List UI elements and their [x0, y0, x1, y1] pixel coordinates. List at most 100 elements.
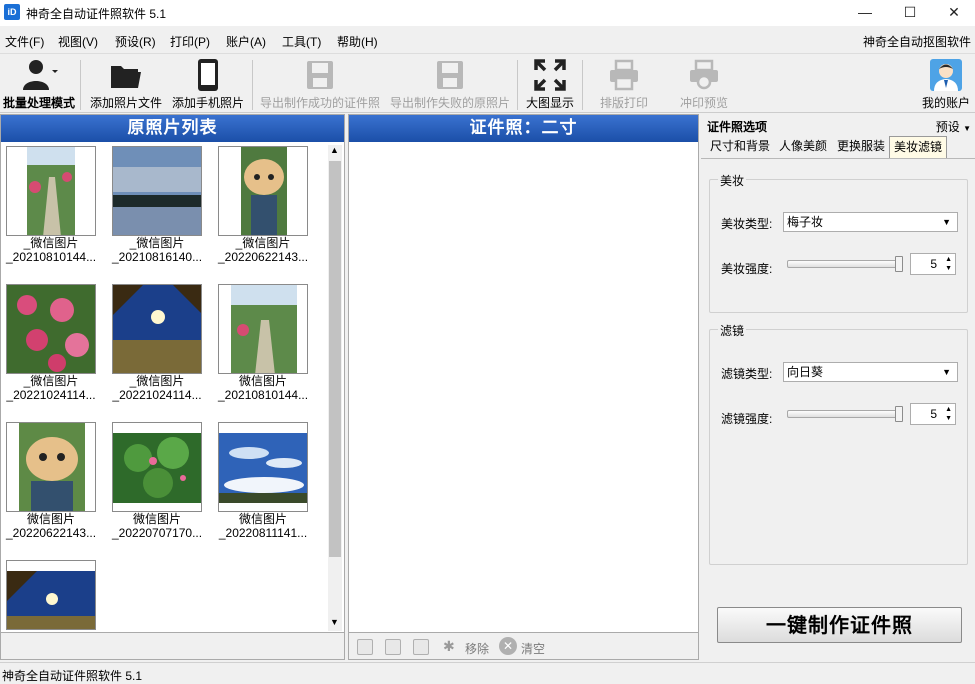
photo-name-line1: _微信图片: [23, 374, 79, 388]
scrollbar-thumb[interactable]: [329, 161, 341, 557]
photo-image: [112, 422, 202, 512]
clear-button[interactable]: 清空: [521, 640, 545, 657]
menu-print[interactable]: 打印(P): [170, 33, 210, 50]
cutout-software-link[interactable]: 神奇全自动抠图软件: [863, 33, 971, 50]
photo-list-scrollbar[interactable]: ▲ ▼: [328, 145, 342, 631]
photo-name-line1: _微信图片: [129, 236, 185, 250]
print-preview-button[interactable]: 冲印预览: [672, 58, 736, 111]
scroll-up-icon[interactable]: ▲: [330, 145, 339, 155]
maximize-button[interactable]: ☐: [888, 0, 932, 26]
filter-strength-value: 5: [930, 407, 937, 421]
photo-name-line2: _20220707170...: [112, 526, 203, 540]
deselect-icon[interactable]: [385, 639, 401, 655]
tab-size-background[interactable]: 尺寸和背景: [706, 136, 774, 158]
menu-tools[interactable]: 工具(T): [282, 33, 321, 50]
menu-preset[interactable]: 预设(R): [115, 33, 156, 50]
photo-thumbnail[interactable]: _微信图片 _20210816140...: [112, 146, 202, 264]
menu-bar: 文件(F) 视图(V) 预设(R) 打印(P) 账户(A) 工具(T) 帮助(H…: [0, 28, 975, 52]
export-success-label: 导出制作成功的证件照: [259, 96, 380, 110]
photo-thumbnail[interactable]: 微信图片 _20220811141...: [218, 422, 308, 540]
make-id-photo-button[interactable]: 一键制作证件照: [717, 607, 962, 643]
photo-thumbnail[interactable]: 微信图片 _20210810144...: [218, 284, 308, 402]
menu-account[interactable]: 账户(A): [226, 33, 266, 50]
minimize-button[interactable]: —: [843, 0, 887, 26]
makeup-type-value: 梅子妆: [787, 215, 824, 229]
toolbar-separator: [517, 60, 518, 110]
photo-name-line1: 微信图片: [132, 512, 181, 526]
slider-track: [787, 260, 903, 268]
id-photo-header: 证件照：二寸: [349, 115, 698, 142]
close-button[interactable]: ✕: [932, 0, 975, 26]
filter-strength-slider[interactable]: [787, 406, 903, 422]
slider-thumb[interactable]: [895, 256, 903, 272]
photo-thumbnail[interactable]: _微信图片 _20221024114...: [6, 284, 96, 402]
photo-name-line1: _微信图片: [23, 236, 79, 250]
photo-thumbnail[interactable]: 微信图片 _20220707170...: [112, 422, 202, 540]
layout-print-button[interactable]: 排版打印: [592, 58, 656, 111]
printer-icon: [610, 59, 638, 91]
spin-down-icon[interactable]: ▼: [945, 265, 952, 273]
toolbar-separator: [80, 60, 81, 110]
photo-image: [218, 146, 308, 236]
scroll-down-icon[interactable]: ▼: [330, 617, 339, 627]
preset-dropdown[interactable]: 预设 ▼: [936, 118, 971, 135]
preset-label: 预设: [935, 120, 960, 134]
clear-icon[interactable]: ✕: [499, 637, 517, 655]
makeup-group: 美妆 美妆类型: 梅子妆 ▼ 美妆强度: 5 ▲ ▼: [709, 172, 968, 313]
photo-name-line2: _20210816140...: [112, 250, 203, 264]
menu-view[interactable]: 视图(V): [58, 33, 98, 50]
photo-name-line1: 微信图片: [238, 374, 287, 388]
spin-down-icon[interactable]: ▼: [945, 415, 952, 423]
makeup-type-select[interactable]: 梅子妆 ▼: [783, 212, 958, 232]
photo-thumbnail[interactable]: _微信图片 _20210810144...: [6, 146, 96, 264]
makeup-strength-slider[interactable]: [787, 256, 903, 272]
photo-thumbnail[interactable]: 微信图片 _20220622143...: [6, 422, 96, 540]
menu-file[interactable]: 文件(F): [5, 33, 44, 50]
spin-up-icon[interactable]: ▲: [945, 256, 952, 264]
photo-thumbnail[interactable]: [6, 560, 96, 630]
spin-up-icon[interactable]: ▲: [945, 406, 952, 414]
filter-type-label: 滤镜类型:: [721, 367, 773, 381]
tab-change-clothes[interactable]: 更换服装: [833, 136, 889, 158]
photo-image: [112, 284, 202, 374]
status-text: 神奇全自动证件照软件 5.1: [2, 669, 143, 683]
layout-print-label: 排版打印: [599, 96, 648, 110]
makeup-filter-tab-body: 美妆 美妆类型: 梅子妆 ▼ 美妆强度: 5 ▲ ▼ 滤镜 滤镜类型: 向日葵: [701, 158, 975, 608]
remove-icon[interactable]: ✱: [443, 638, 455, 655]
menu-help[interactable]: 帮助(H): [337, 33, 378, 50]
photo-image: [218, 284, 308, 374]
users-icon: [23, 60, 58, 90]
options-panel: 证件照选项 预设 ▼ 尺寸和背景 人像美颜 更换服装 美妆滤镜 美妆 美妆类型:…: [701, 114, 975, 660]
invert-select-icon[interactable]: [413, 639, 429, 655]
export-success-button[interactable]: 导出制作成功的证件照: [256, 58, 384, 111]
chevron-down-icon: ▼: [942, 217, 951, 227]
add-phone-photo-label: 添加手机照片: [171, 96, 244, 110]
save-disk-icon: [307, 61, 333, 89]
export-failed-button[interactable]: 导出制作失败的原照片: [386, 58, 514, 111]
batch-mode-button[interactable]: 批量处理模式: [2, 58, 76, 111]
filter-type-select[interactable]: 向日葵 ▼: [783, 362, 958, 382]
makeup-strength-spinner[interactable]: 5 ▲ ▼: [910, 253, 956, 275]
large-view-button[interactable]: 大图显示: [522, 58, 578, 111]
add-phone-photo-button[interactable]: 添加手机照片: [170, 58, 246, 111]
tab-portrait-beauty[interactable]: 人像美颜: [775, 136, 831, 158]
filter-strength-label: 滤镜强度:: [721, 412, 773, 426]
photo-name-line2: _20220622143...: [218, 250, 309, 264]
filter-group: 滤镜 滤镜类型: 向日葵 ▼ 滤镜强度: 5 ▲ ▼: [709, 322, 968, 565]
photo-image: [218, 422, 308, 512]
title-bar: iD 神奇全自动证件照软件 5.1 — ☐ ✕: [0, 0, 975, 26]
slider-thumb[interactable]: [895, 406, 903, 422]
select-all-icon[interactable]: [357, 639, 373, 655]
toolbar: 批量处理模式 添加照片文件 添加手机照片 导出制作成功的证件照 导出制作失败的原…: [0, 53, 975, 113]
remove-button[interactable]: 移除: [465, 640, 489, 657]
my-account-button[interactable]: 我的账户: [918, 58, 974, 111]
photo-thumbnail[interactable]: _微信图片 _20220622143...: [218, 146, 308, 264]
tab-makeup-filter[interactable]: 美妆滤镜: [889, 136, 948, 158]
add-photo-file-button[interactable]: 添加照片文件: [88, 58, 164, 111]
photo-list-footer: [1, 632, 344, 659]
filter-strength-spinner[interactable]: 5 ▲ ▼: [910, 403, 956, 425]
makeup-group-title: 美妆: [718, 172, 747, 189]
photo-name-line2: _20221024114...: [112, 388, 202, 402]
photo-thumbnail[interactable]: _微信图片 _20221024114...: [112, 284, 202, 402]
expand-icon: [534, 59, 566, 91]
